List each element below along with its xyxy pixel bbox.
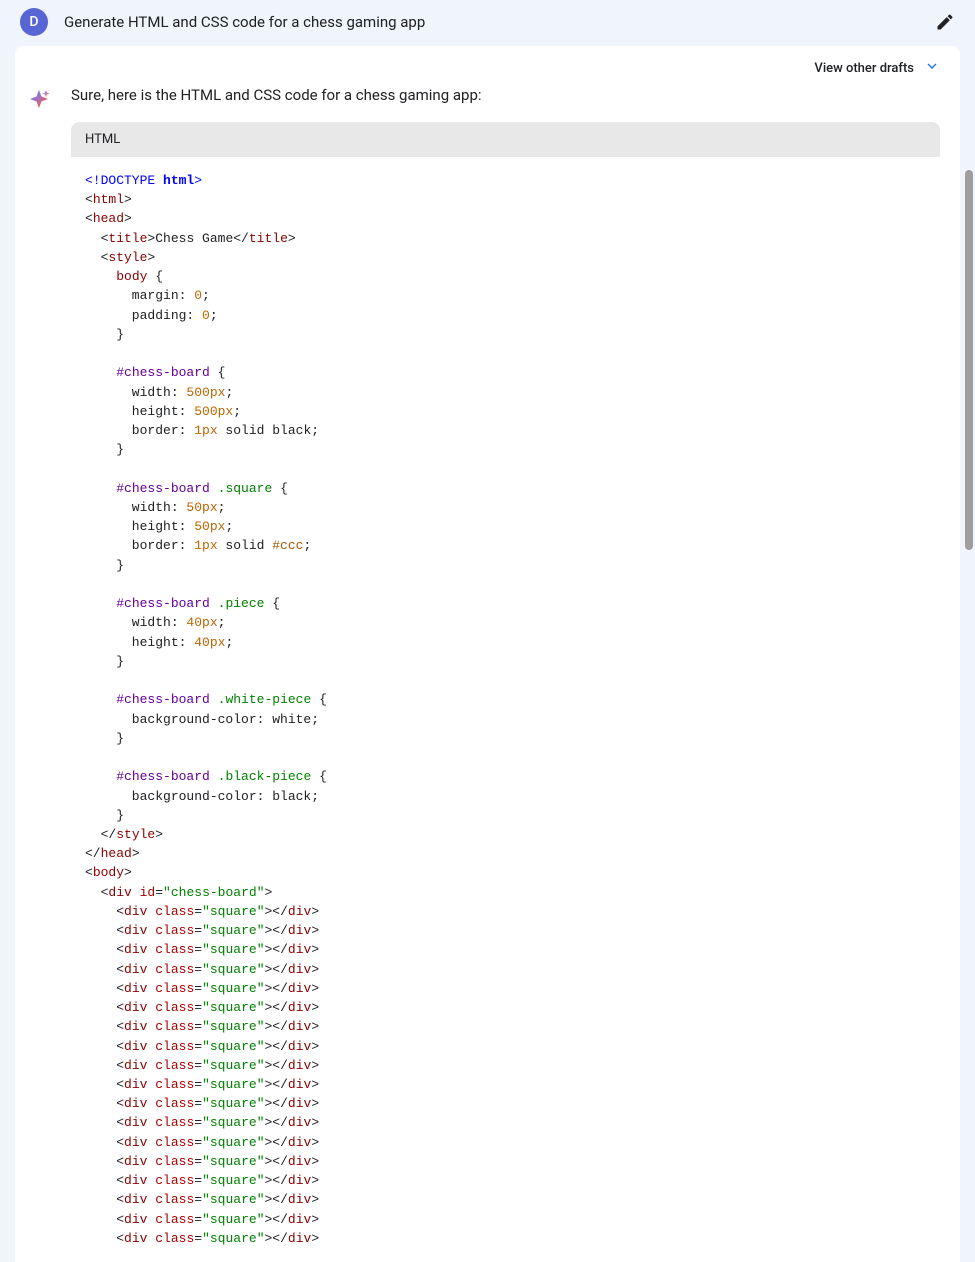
code-sq-w: 50px xyxy=(186,500,217,515)
avatar-letter: D xyxy=(29,14,38,30)
code-block: HTML <!DOCTYPE html> <html> <head> <titl… xyxy=(71,122,940,1262)
view-drafts-button[interactable]: View other drafts xyxy=(814,58,940,78)
code-margin: 0 xyxy=(194,288,202,303)
code-p-w: 40px xyxy=(186,615,217,630)
response-card: View other drafts xyxy=(15,46,960,1262)
prompt-row: D Generate HTML and CSS code for a chess… xyxy=(0,0,975,46)
code-sq-bc: #ccc xyxy=(272,538,303,553)
code-sq-bw: 1px xyxy=(194,538,217,553)
sparkle-col xyxy=(27,86,63,1262)
code-board-h: 500px xyxy=(194,404,233,419)
code-board-id: chess-board xyxy=(171,885,257,900)
drafts-label: View other drafts xyxy=(814,61,914,76)
code-content[interactable]: <!DOCTYPE html> <html> <head> <title>Che… xyxy=(71,157,940,1262)
edit-icon[interactable] xyxy=(935,12,955,32)
prompt-text: Generate HTML and CSS code for a chess g… xyxy=(64,13,935,31)
response-body: Sure, here is the HTML and CSS code for … xyxy=(15,86,960,1262)
chevron-down-icon xyxy=(924,58,940,78)
code-lang-label: HTML xyxy=(71,122,940,157)
scrollbar-thumb[interactable] xyxy=(965,170,973,550)
code-sq-h: 50px xyxy=(194,519,225,534)
content-col: Sure, here is the HTML and CSS code for … xyxy=(63,86,940,1262)
code-title: Chess Game xyxy=(155,231,233,246)
code-board-w: 500px xyxy=(186,385,225,400)
sparkle-icon xyxy=(27,88,51,112)
drafts-row: View other drafts xyxy=(15,46,960,86)
user-avatar: D xyxy=(20,8,48,36)
code-p-h: 40px xyxy=(194,635,225,650)
response-intro: Sure, here is the HTML and CSS code for … xyxy=(71,86,940,104)
code-padding: 0 xyxy=(202,308,210,323)
